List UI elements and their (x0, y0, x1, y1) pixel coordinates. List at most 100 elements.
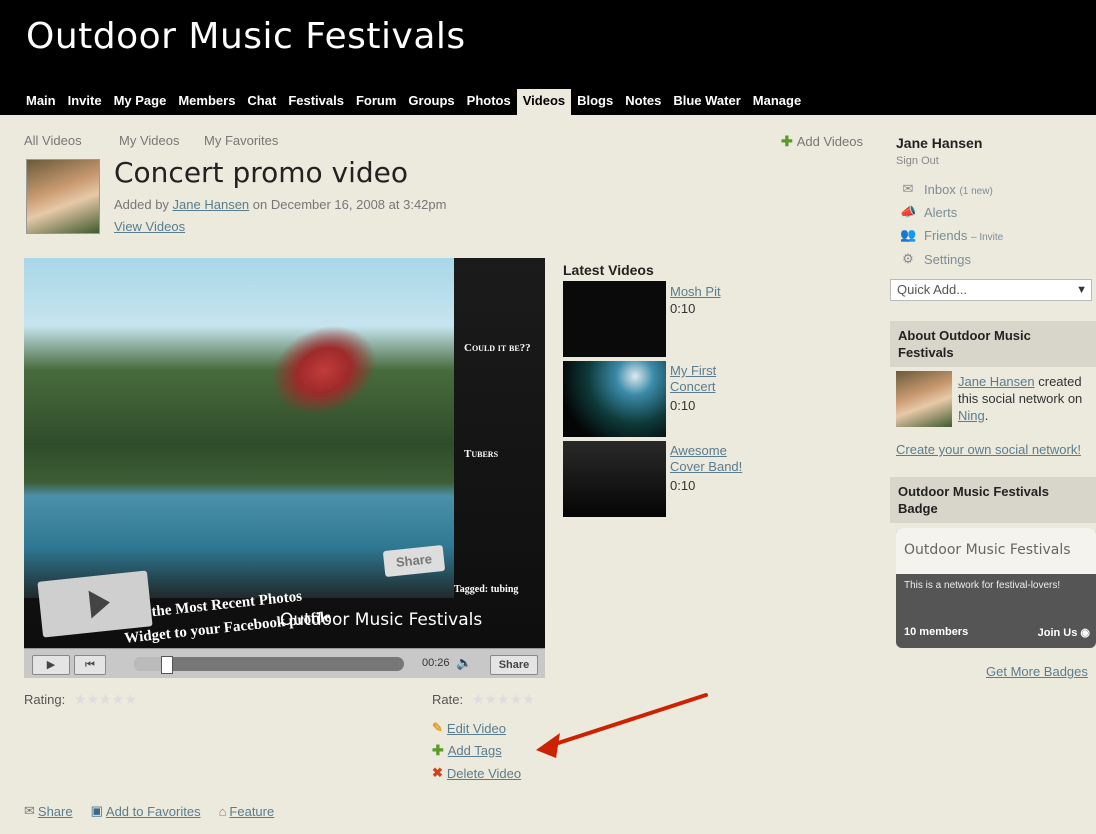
add-tags-action[interactable]: ✚ Add Tags (432, 742, 502, 759)
tab-notes[interactable]: Notes (619, 89, 667, 115)
about-header: About Outdoor Music Festivals (890, 321, 1096, 367)
share-action[interactable]: ✉ Share (24, 803, 73, 819)
page-title: Concert promo video (114, 156, 409, 189)
tab-blue-water[interactable]: Blue Water (667, 89, 746, 115)
add-videos-button[interactable]: ✚ Add Videos (781, 133, 863, 150)
alerts-link[interactable]: 📣 Alerts (900, 204, 957, 220)
network-badge[interactable]: Outdoor Music Festivals This is a networ… (896, 528, 1096, 648)
badge-join-button[interactable]: Join Us ◉ (1038, 626, 1090, 639)
tab-members[interactable]: Members (172, 89, 241, 115)
video-link-awesome-cover-band[interactable]: Awesome Cover Band! (670, 443, 750, 475)
add-favorites-link[interactable]: Add to Favorites (106, 804, 201, 819)
volume-icon[interactable]: 🔈 (456, 655, 472, 671)
plus-icon: ✚ (781, 133, 793, 149)
delete-video-link[interactable]: Delete Video (447, 766, 521, 781)
play-overlay-button[interactable] (37, 570, 153, 638)
video-player[interactable]: Could it be?? Tubers Tagged: tubing Add … (24, 258, 545, 678)
friends-label: Friends – Invite (924, 227, 1004, 243)
add-favorites-action[interactable]: ▣ Add to Favorites (91, 803, 201, 819)
delete-icon: ✖ (432, 765, 443, 780)
main-nav: Main Invite My Page Members Chat Festiva… (20, 89, 807, 115)
progress-bar[interactable] (134, 656, 404, 674)
user-name[interactable]: Jane Hansen (896, 135, 982, 151)
video-watermark: Outdoor Music Festivals (280, 610, 483, 630)
favorites-icon: ▣ (90, 803, 103, 818)
progress-handle[interactable] (161, 656, 174, 674)
video-link-mosh-pit[interactable]: Mosh Pit (670, 284, 750, 300)
video-duration: 0:10 (670, 301, 696, 316)
home-icon: ⌂ (218, 803, 227, 819)
play-icon (88, 588, 112, 619)
friends-icon: 👥 (900, 227, 917, 242)
tab-my-page[interactable]: My Page (108, 89, 173, 115)
about-text: Jane Hansen created this social network … (958, 374, 1083, 423)
delete-video-action[interactable]: ✖ Delete Video (432, 765, 521, 781)
gear-icon: ⚙ (902, 251, 914, 266)
feature-action[interactable]: ⌂ Feature (219, 803, 275, 819)
tab-chat[interactable]: Chat (241, 89, 282, 115)
subnav-all-videos[interactable]: All Videos (24, 133, 82, 148)
video-link-my-first-concert[interactable]: My First Concert (670, 363, 750, 395)
rate-stars[interactable]: ★★★★★ (472, 691, 535, 708)
tab-invite[interactable]: Invite (62, 89, 108, 115)
badge-members: 10 members (904, 626, 969, 638)
add-tags-link[interactable]: Add Tags (448, 743, 502, 758)
edit-video-action[interactable]: ✎ Edit Video (432, 720, 506, 736)
video-frame (24, 258, 454, 598)
create-network-link[interactable]: Create your own social network! (896, 442, 1081, 457)
video-screen[interactable]: Could it be?? Tubers Tagged: tubing Add … (24, 258, 545, 648)
rate-label: Rate: (432, 692, 464, 707)
tab-manage[interactable]: Manage (747, 89, 807, 115)
tab-forum[interactable]: Forum (350, 89, 402, 115)
thumbnail-mosh-pit[interactable] (563, 281, 666, 357)
badge-header: Outdoor Music Festivals Badge (890, 477, 1096, 523)
player-controls: ▶ ⏮ 00:26 🔈 Share (24, 648, 545, 678)
video-duration: 0:10 (670, 398, 696, 413)
megaphone-icon: 📣 (900, 204, 917, 219)
tab-blogs[interactable]: Blogs (571, 89, 619, 115)
badge-description: This is a network for festival-lovers! (904, 580, 1061, 591)
share-icon: ✉ (24, 803, 35, 818)
settings-link[interactable]: ⚙ Settings (900, 251, 971, 267)
share-link[interactable]: Share (38, 804, 73, 819)
feature-link[interactable]: Feature (229, 804, 274, 819)
wakeboarder-image (256, 308, 392, 433)
about-avatar[interactable] (896, 371, 952, 427)
tab-festivals[interactable]: Festivals (282, 89, 350, 115)
overlay-tubers: Tubers (464, 448, 499, 460)
latest-videos-heading: Latest Videos (563, 262, 654, 278)
get-more-badges-link[interactable]: Get More Badges (986, 664, 1088, 679)
tab-videos[interactable]: Videos (516, 89, 572, 115)
author-avatar[interactable] (26, 159, 100, 234)
rewind-button[interactable]: ⏮ (74, 655, 106, 675)
subnav-my-videos[interactable]: My Videos (119, 133, 179, 148)
video-duration: 0:10 (670, 478, 696, 493)
tab-main[interactable]: Main (20, 89, 62, 115)
about-author-link[interactable]: Jane Hansen (958, 374, 1035, 389)
play-button[interactable]: ▶ (32, 655, 70, 675)
thumbnail-my-first-concert[interactable] (563, 361, 666, 437)
added-by-line: Added by Jane Hansen on December 16, 200… (114, 197, 446, 212)
thumbnail-awesome-cover-band[interactable] (563, 441, 666, 517)
chevron-down-icon: ▼ (1076, 284, 1087, 296)
bottom-actions: ✉ Share ▣ Add to Favorites ⌂ Feature (24, 803, 274, 819)
inbox-link[interactable]: ✉ Inbox (1 new) (900, 181, 993, 197)
settings-label: Settings (924, 251, 971, 267)
friends-link[interactable]: 👥 Friends – Invite (900, 227, 1003, 243)
tab-photos[interactable]: Photos (461, 89, 517, 115)
tab-groups[interactable]: Groups (402, 89, 460, 115)
badge-title: Outdoor Music Festivals (904, 542, 1071, 558)
site-title[interactable]: Outdoor Music Festivals (26, 16, 466, 57)
view-videos-link[interactable]: View Videos (114, 219, 185, 234)
added-suffix: on December 16, 2008 at 3:42pm (249, 197, 447, 212)
quick-add-select[interactable]: Quick Add... ▼ (890, 279, 1092, 301)
time-display: 00:26 (422, 657, 450, 669)
share-button[interactable]: Share (490, 655, 538, 675)
author-link[interactable]: Jane Hansen (173, 197, 250, 212)
edit-video-link[interactable]: Edit Video (447, 721, 506, 736)
mail-icon: ✉ (902, 181, 914, 196)
quick-add-value: Quick Add... (897, 282, 968, 297)
subnav-my-favorites[interactable]: My Favorites (204, 133, 278, 148)
sign-out-link[interactable]: Sign Out (896, 155, 939, 167)
ning-link[interactable]: Ning (958, 408, 985, 423)
